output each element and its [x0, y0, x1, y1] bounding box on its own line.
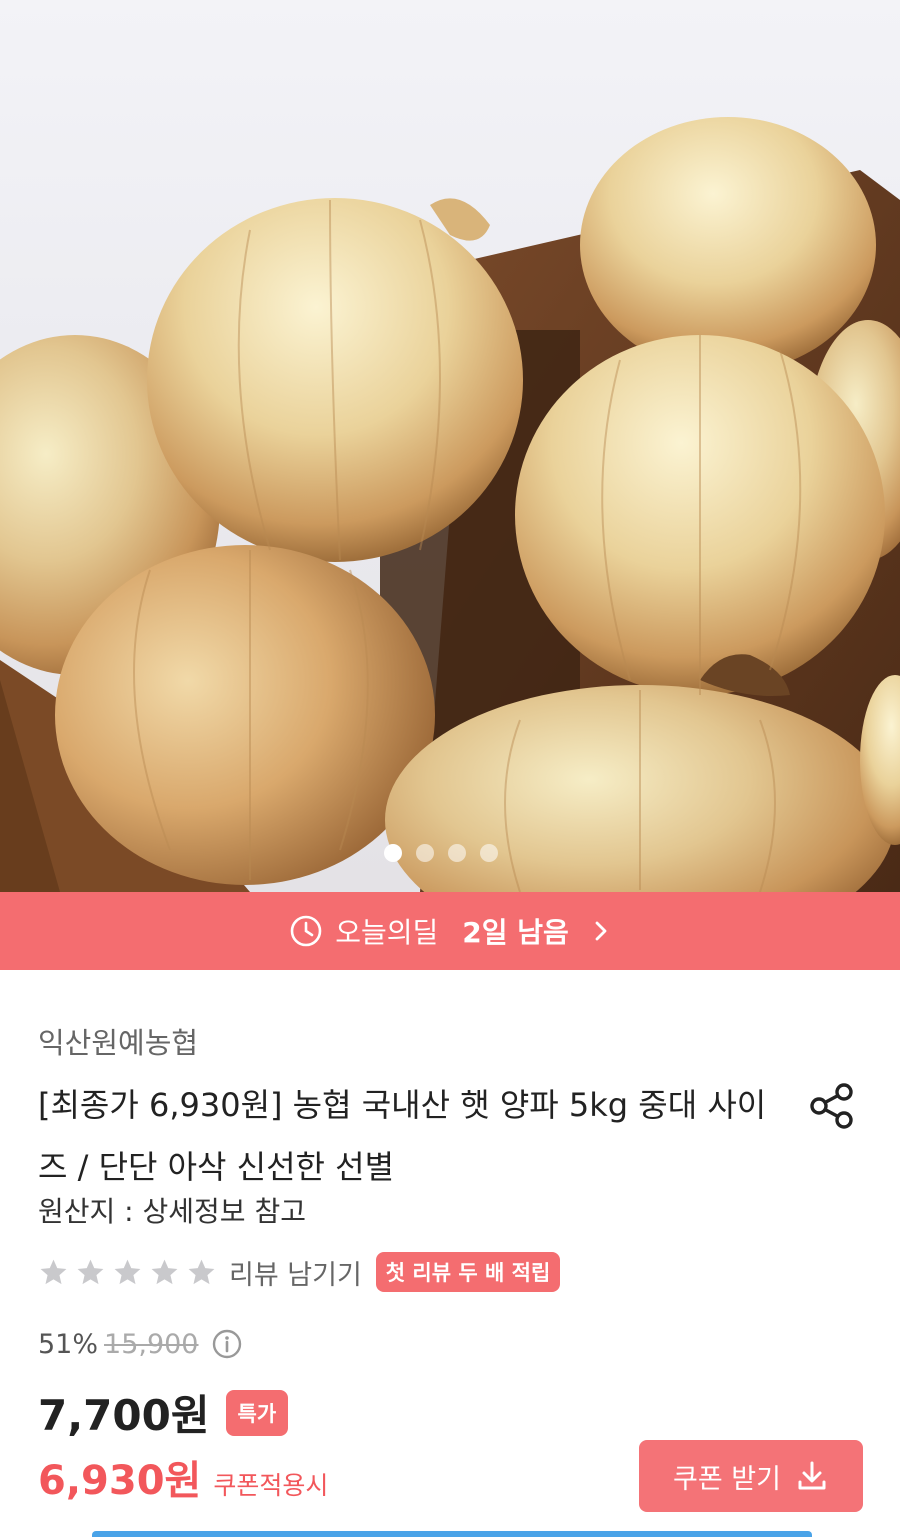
rating-row: 리뷰 남기기 첫 리뷰 두 배 적립 — [38, 1252, 561, 1292]
seller-name[interactable]: 익산원예농협 — [38, 1020, 198, 1062]
sale-price: 7,700원 — [38, 1391, 210, 1440]
product-title: [최종가 6,930원] 농협 국내산 햇 양파 5kg 중대 사이즈 / 단단… — [38, 1086, 767, 1186]
coupon-note: 쿠폰적용시 — [213, 1471, 329, 1500]
star-icon — [77, 1259, 104, 1284]
star-icon — [40, 1259, 67, 1284]
today-deal-banner[interactable]: 오늘의딜 2일 남음 — [0, 892, 900, 970]
chevron-right-icon — [595, 921, 607, 941]
discount-row: 51% 15,900 — [38, 1328, 243, 1360]
carousel-indicator[interactable] — [384, 844, 498, 862]
price-row: 7,700원 특가 — [38, 1382, 289, 1443]
carousel-dot[interactable] — [480, 844, 498, 862]
review-reward-badge: 첫 리뷰 두 배 적립 — [375, 1252, 561, 1292]
product-image[interactable] — [0, 0, 900, 892]
share-icon[interactable] — [806, 1080, 858, 1132]
bottom-edge-element — [92, 1531, 812, 1537]
deal-label: 오늘의딜 — [335, 916, 439, 949]
star-rating[interactable] — [38, 1257, 217, 1288]
info-icon[interactable] — [211, 1328, 243, 1360]
onion-photo — [0, 117, 900, 892]
discount-rate: 51% — [38, 1328, 99, 1360]
clock-icon — [290, 915, 322, 947]
coupon-button-label: 쿠폰 받기 — [673, 1463, 781, 1495]
special-price-badge: 특가 — [225, 1389, 289, 1436]
deal-remaining-time: 2일 남음 — [462, 916, 569, 949]
coupon-price: 6,930원 — [38, 1458, 202, 1504]
coupon-price-row: 6,930원 쿠폰적용시 — [38, 1448, 328, 1506]
star-icon — [114, 1259, 141, 1284]
write-review-link[interactable]: 리뷰 남기기 — [229, 1253, 362, 1292]
carousel-dot[interactable] — [416, 844, 434, 862]
carousel-dot[interactable] — [384, 844, 402, 862]
download-icon — [798, 1461, 826, 1490]
original-price: 15,900 — [104, 1328, 199, 1360]
star-icon — [151, 1259, 178, 1284]
star-icon — [188, 1259, 215, 1284]
carousel-dot[interactable] — [448, 844, 466, 862]
get-coupon-button[interactable]: 쿠폰 받기 — [639, 1440, 863, 1512]
origin-info: 원산지 : 상세정보 참고 — [38, 1195, 306, 1228]
